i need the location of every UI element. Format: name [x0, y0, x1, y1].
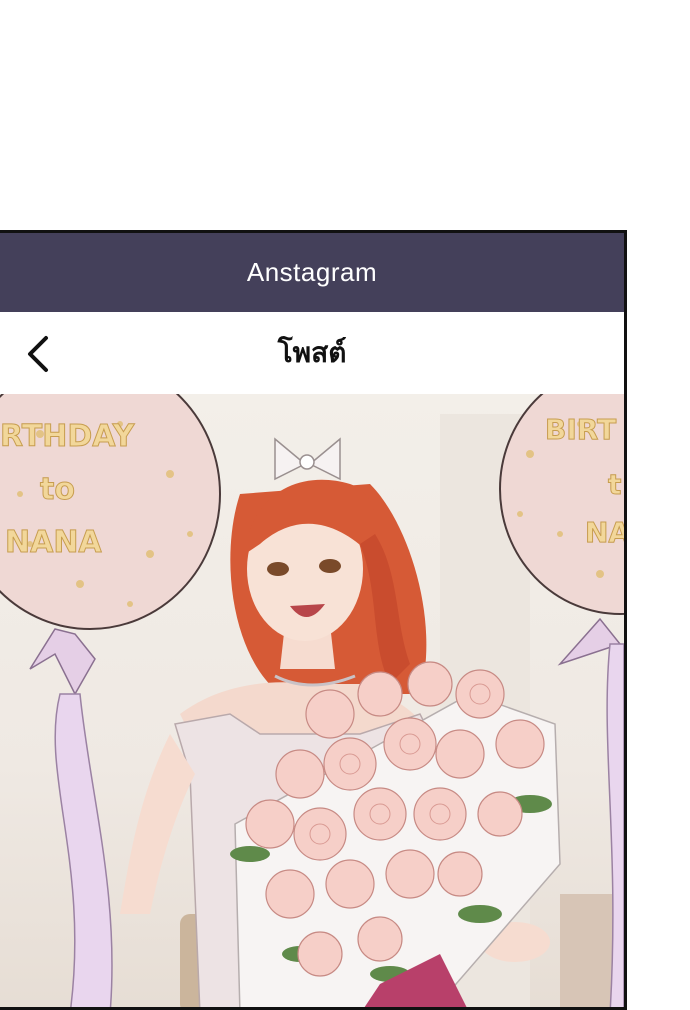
back-button[interactable]	[22, 334, 58, 374]
chevron-left-icon	[28, 336, 48, 372]
balloon-left-line1: RTHDAY	[0, 419, 136, 454]
post-title: โพสต์	[277, 336, 347, 369]
balloon-left-line2: to	[40, 472, 75, 507]
app-title: Anstagram	[246, 257, 378, 287]
post-photo: RTHDAY to NANA BIRT t NA	[0, 394, 624, 1007]
balloon-right-line2: t	[608, 468, 621, 501]
balloon-left-line3: NANA	[5, 525, 102, 560]
post-header: โพสต์	[0, 312, 624, 394]
phone-frame: Anstagram โพสต์ RTHDAY to NANA BIRT t N	[0, 230, 627, 1010]
balloon-right-line3: NA	[585, 516, 624, 549]
app-bar: Anstagram	[0, 233, 624, 312]
balloon-right-line1: BIRT	[545, 413, 616, 446]
